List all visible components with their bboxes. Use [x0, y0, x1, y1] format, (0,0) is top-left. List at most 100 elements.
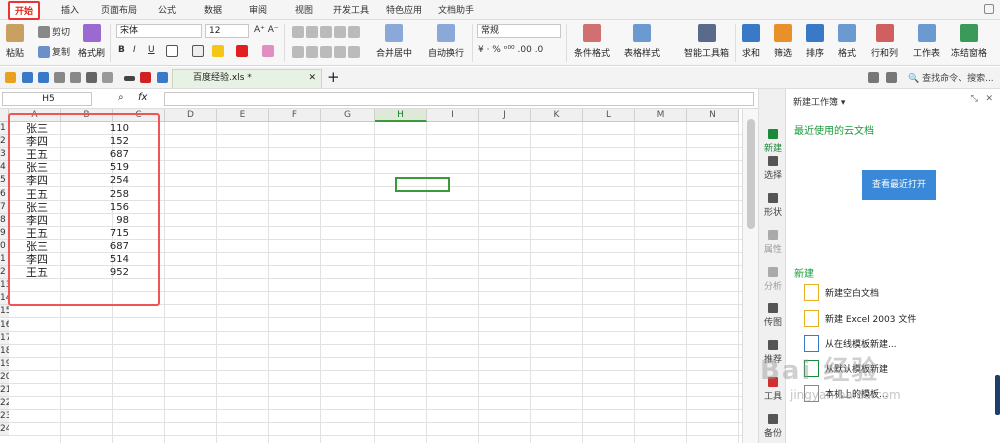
- pane-title[interactable]: 新建工作簿 ▾: [793, 95, 845, 108]
- side-tab-select[interactable]: 选择: [759, 156, 787, 181]
- fx-button[interactable]: fx: [138, 92, 147, 103]
- format-button[interactable]: 格式: [838, 24, 856, 59]
- menu-view[interactable]: 视图: [295, 3, 313, 16]
- sum-button[interactable]: 求和: [742, 24, 760, 59]
- menu-review[interactable]: 审阅: [249, 3, 267, 16]
- cube-icon[interactable]: [157, 72, 168, 83]
- menu-doc-assistant[interactable]: 文档助手: [438, 3, 474, 16]
- font-name-select[interactable]: 宋体: [116, 24, 202, 38]
- freeze-panes-button[interactable]: 冻结窗格: [951, 24, 987, 59]
- fill-color-button[interactable]: [212, 45, 224, 57]
- clear-button[interactable]: [262, 45, 274, 57]
- print-icon[interactable]: [54, 72, 65, 83]
- close-icon[interactable]: ✕: [308, 70, 316, 87]
- row-header[interactable]: 16: [0, 318, 9, 332]
- worksheet-button[interactable]: 工作表: [913, 24, 940, 59]
- table-style-button[interactable]: 表格样式: [624, 24, 660, 59]
- ribbon-toggle-icon[interactable]: [984, 4, 994, 14]
- export-icon[interactable]: [38, 72, 49, 83]
- name-box[interactable]: H5: [2, 92, 92, 106]
- side-tab-shape[interactable]: 形状: [759, 193, 787, 218]
- conditional-format-button[interactable]: 条件格式: [574, 24, 610, 59]
- filter-button[interactable]: 筛选: [774, 24, 792, 59]
- column-header-g[interactable]: G: [321, 109, 375, 122]
- column-header-n[interactable]: N: [687, 109, 739, 122]
- rows-cols-button[interactable]: 行和列: [871, 24, 898, 59]
- italic-button[interactable]: I: [133, 45, 136, 55]
- menu-formulas[interactable]: 公式: [158, 3, 176, 16]
- side-tab-properties[interactable]: 属性: [759, 230, 787, 255]
- row-header[interactable]: 21: [0, 384, 9, 397]
- new-tab-icon[interactable]: +: [327, 68, 340, 86]
- redo-icon[interactable]: [102, 72, 113, 83]
- number-buttons[interactable]: ¥ · % ᵒ⁰⁰ .00 .0: [478, 45, 543, 55]
- font-color-button[interactable]: [236, 45, 248, 57]
- copy-button[interactable]: 复制: [38, 45, 70, 58]
- border-button[interactable]: [166, 45, 178, 57]
- underline-button[interactable]: U: [148, 45, 155, 55]
- format-painter-button[interactable]: 格式刷: [78, 24, 105, 59]
- preview-icon[interactable]: [70, 72, 81, 83]
- undo-icon[interactable]: [86, 72, 97, 83]
- column-header-k[interactable]: K: [531, 109, 583, 122]
- column-header-l[interactable]: L: [583, 109, 635, 122]
- side-tab-new[interactable]: 新建: [759, 129, 787, 154]
- column-header-i[interactable]: I: [427, 109, 479, 122]
- merge-center-button[interactable]: 合并居中: [376, 24, 412, 59]
- menu-page-layout[interactable]: 页面布局: [101, 3, 137, 16]
- column-header-d[interactable]: D: [165, 109, 217, 122]
- close-pane-icon[interactable]: ✕: [985, 94, 993, 104]
- new-excel2003-item[interactable]: 新建 Excel 2003 文件: [804, 310, 916, 327]
- save-icon[interactable]: [22, 72, 33, 83]
- row-header[interactable]: 17: [0, 331, 9, 345]
- settings-icon[interactable]: [886, 72, 897, 83]
- column-header-h[interactable]: H: [375, 109, 427, 122]
- chevron-down-icon[interactable]: [124, 76, 135, 81]
- open-recent-button[interactable]: 查看最近打开: [862, 170, 936, 200]
- align-left-buttons[interactable]: [292, 46, 360, 58]
- zoom-icon[interactable]: ⌕: [118, 92, 124, 103]
- edge-scroll-handle[interactable]: [995, 375, 1000, 415]
- wps-logo-icon[interactable]: [140, 72, 151, 83]
- row-header[interactable]: 19: [0, 357, 9, 371]
- paste-button[interactable]: 粘贴: [6, 24, 24, 59]
- dock-icon[interactable]: ⤡: [971, 94, 978, 104]
- menu-developer[interactable]: 开发工具: [333, 3, 369, 16]
- vertical-scrollbar[interactable]: [742, 109, 758, 443]
- search-command[interactable]: 🔍 查找命令、搜索...: [908, 71, 994, 84]
- smart-toolbox-button[interactable]: 智能工具箱: [684, 24, 729, 59]
- menu-features[interactable]: 特色应用: [386, 3, 422, 16]
- bold-button[interactable]: B: [118, 45, 125, 55]
- column-header-f[interactable]: F: [269, 109, 321, 122]
- scroll-thumb[interactable]: [747, 119, 755, 229]
- open-icon[interactable]: [5, 72, 16, 83]
- number-format-select[interactable]: 常规: [477, 24, 561, 38]
- menu-home[interactable]: 开始: [8, 1, 41, 20]
- column-header-m[interactable]: M: [635, 109, 687, 122]
- menu-insert[interactable]: 插入: [61, 3, 79, 16]
- font-grow-button[interactable]: A⁺ A⁻: [254, 25, 279, 35]
- panel-icon[interactable]: [868, 72, 879, 83]
- font-size-select[interactable]: 12: [205, 24, 249, 38]
- menu-data[interactable]: 数据: [204, 3, 222, 16]
- sort-button[interactable]: 排序: [806, 24, 824, 59]
- side-tab-analysis[interactable]: 分析: [759, 267, 787, 292]
- row-header[interactable]: 24: [0, 423, 9, 437]
- new-blank-doc-item[interactable]: 新建空白文档: [804, 284, 879, 301]
- column-header-e[interactable]: E: [217, 109, 269, 122]
- row-header[interactable]: 15: [0, 305, 9, 319]
- wrap-text-button[interactable]: 自动换行: [428, 24, 464, 59]
- column-header-j[interactable]: J: [479, 109, 531, 122]
- cut-button[interactable]: 剪切: [38, 25, 70, 38]
- row-header[interactable]: 18: [0, 344, 9, 358]
- document-tab[interactable]: 百度经验.xls * ✕: [172, 69, 322, 88]
- row-header[interactable]: 20: [0, 370, 9, 384]
- row-header[interactable]: 22: [0, 397, 9, 411]
- row-header[interactable]: 23: [0, 410, 9, 424]
- selected-cell-h5[interactable]: [395, 177, 450, 192]
- formula-input[interactable]: [164, 92, 754, 106]
- align-top-buttons[interactable]: [292, 26, 360, 38]
- side-tab-upload[interactable]: 传图: [759, 303, 787, 328]
- side-tab-backup[interactable]: 备份: [759, 414, 787, 439]
- merge-grid-button[interactable]: [192, 45, 204, 57]
